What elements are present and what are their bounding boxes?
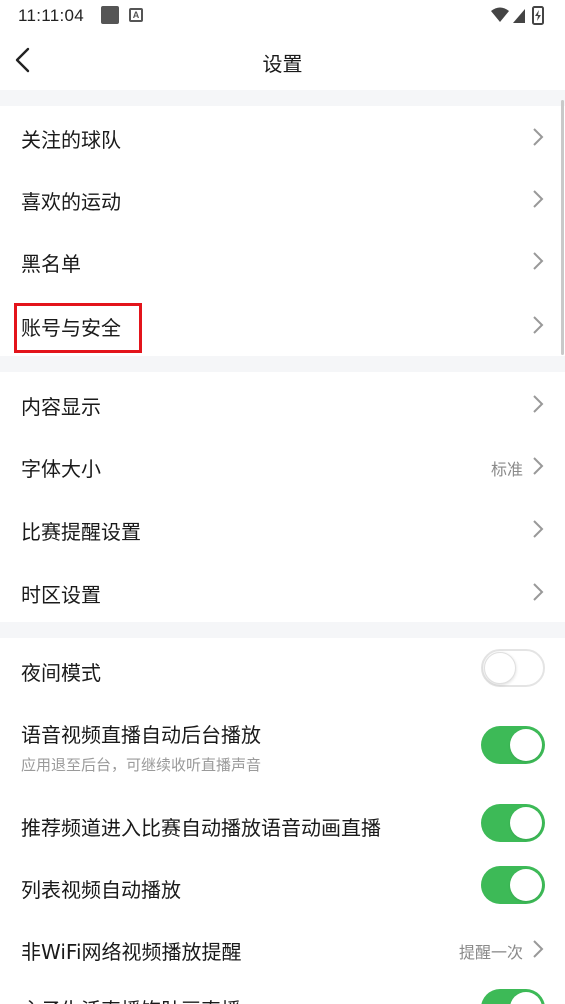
row-non-wifi-reminder[interactable]: 非WiFi网络视频播放提醒 提醒一次 bbox=[0, 916, 565, 980]
row-match-reminder[interactable]: 比赛提醒设置 bbox=[0, 496, 565, 558]
list-autoplay-toggle[interactable] bbox=[481, 866, 545, 904]
row-label: 语音视频直播自动后台播放 bbox=[21, 723, 261, 747]
row-liked-sports[interactable]: 喜欢的运动 bbox=[0, 168, 565, 230]
row-timezone[interactable]: 时区设置 bbox=[0, 558, 565, 622]
row-content-display[interactable]: 内容显示 bbox=[0, 372, 565, 434]
wifi-icon bbox=[491, 7, 509, 22]
highlight-box bbox=[14, 303, 142, 353]
row-label: 关注的球队 bbox=[21, 128, 121, 152]
partial-row-toggle[interactable] bbox=[481, 989, 545, 1004]
status-time: 11:11:04 bbox=[18, 6, 85, 25]
section-divider bbox=[0, 90, 565, 106]
chevron-right-icon bbox=[533, 316, 544, 334]
row-list-autoplay: 列表视频自动播放 bbox=[0, 854, 565, 916]
row-blacklist[interactable]: 黑名单 bbox=[0, 230, 565, 292]
chevron-right-icon bbox=[533, 252, 544, 270]
row-label: 夜间模式 bbox=[21, 661, 101, 685]
scrollbar[interactable] bbox=[561, 100, 564, 355]
toggle-knob bbox=[510, 807, 542, 839]
row-label: 列表视频自动播放 bbox=[21, 878, 181, 902]
row-label: 时区设置 bbox=[21, 583, 101, 607]
toggle-knob bbox=[510, 729, 542, 761]
row-partial: 主子生活直播饰肚画直播 bbox=[0, 980, 565, 1004]
status-icons bbox=[491, 6, 544, 25]
page-title: 设置 bbox=[262, 52, 303, 76]
section-divider bbox=[0, 356, 565, 372]
status-bar: 11:11:04 A bbox=[0, 0, 565, 32]
row-audio-video-background: 语音视频直播自动后台播放 应用退至后台，可继续收听直播声音 bbox=[0, 700, 565, 792]
row-label: 字体大小 bbox=[21, 457, 101, 481]
chevron-right-icon bbox=[533, 520, 544, 538]
row-value: 标准 bbox=[490, 460, 523, 479]
signal-icon bbox=[513, 9, 525, 23]
notification-icon bbox=[101, 6, 119, 24]
night-mode-toggle[interactable] bbox=[481, 649, 545, 687]
chevron-right-icon bbox=[533, 395, 544, 413]
row-label: 内容显示 bbox=[21, 395, 101, 419]
chevron-right-icon bbox=[533, 583, 544, 601]
row-label: 非WiFi网络视频播放提醒 bbox=[21, 940, 242, 964]
audio-video-background-toggle[interactable] bbox=[481, 726, 545, 764]
chevron-right-icon bbox=[533, 940, 544, 958]
section-divider bbox=[0, 622, 565, 638]
row-font-size[interactable]: 字体大小 标准 bbox=[0, 434, 565, 496]
row-label: 推荐频道进入比赛自动播放语音动画直播 bbox=[21, 816, 381, 840]
row-label: 喜欢的运动 bbox=[21, 190, 121, 214]
row-label: 主子生活直播饰肚画直播 bbox=[21, 994, 241, 1004]
chevron-right-icon bbox=[533, 128, 544, 146]
toggle-knob bbox=[510, 869, 542, 901]
chevron-right-icon bbox=[533, 190, 544, 208]
chevron-right-icon bbox=[533, 457, 544, 475]
row-night-mode: 夜间模式 bbox=[0, 638, 565, 700]
row-followed-teams[interactable]: 关注的球队 bbox=[0, 106, 565, 168]
row-value: 提醒一次 bbox=[458, 943, 523, 962]
row-recommend-autoplay: 推荐频道进入比赛自动播放语音动画直播 bbox=[0, 792, 565, 854]
app-notification-icon: A bbox=[129, 8, 143, 22]
row-label: 黑名单 bbox=[21, 252, 81, 276]
row-subtitle: 应用退至后台，可继续收听直播声音 bbox=[21, 756, 262, 774]
recommend-autoplay-toggle[interactable] bbox=[481, 804, 545, 842]
toggle-knob bbox=[510, 992, 542, 1004]
toggle-knob bbox=[484, 652, 516, 684]
row-label: 比赛提醒设置 bbox=[21, 520, 141, 544]
nav-bar: 设置 bbox=[0, 32, 565, 90]
